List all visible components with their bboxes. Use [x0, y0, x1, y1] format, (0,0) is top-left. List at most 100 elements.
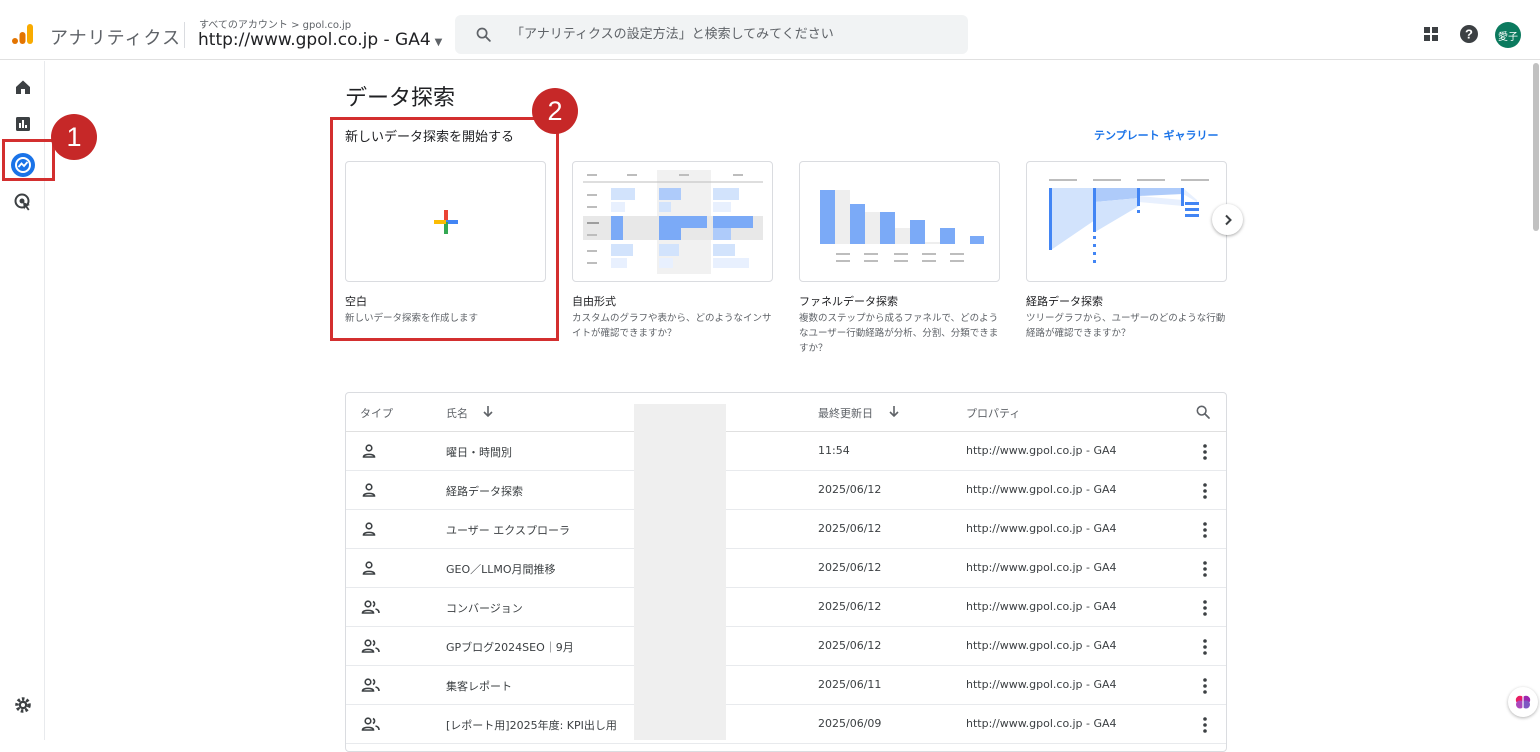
help-icon[interactable]: ?: [1459, 24, 1479, 44]
freeform-preview-illustration: [583, 170, 763, 274]
row-modified: 2025/06/12: [818, 561, 882, 574]
page-scrollbar[interactable]: [1532, 61, 1540, 740]
more-vert-icon[interactable]: [1198, 442, 1212, 462]
settings-gear-icon[interactable]: [13, 695, 33, 715]
funnel-preview-illustration: [820, 190, 984, 262]
row-name[interactable]: 曜日・時間別: [446, 444, 512, 460]
row-modified: 2025/06/12: [818, 639, 882, 652]
property-selector[interactable]: http://www.gpol.co.jp - GA4 ▼: [198, 30, 442, 50]
path-preview-illustration: [1049, 179, 1209, 263]
search-icon[interactable]: [1195, 404, 1211, 420]
property-name: http://www.gpol.co.jp - GA4: [198, 30, 431, 50]
row-modified: 2025/06/12: [818, 522, 882, 535]
chevron-right-icon: [1224, 214, 1232, 225]
table-row[interactable]: 集客レポート 2025/06/11 http://www.gpol.co.jp - …: [346, 666, 1226, 705]
template-title-path: 経路データ探索: [1026, 295, 1103, 308]
row-modified: 2025/06/09: [818, 717, 882, 730]
home-icon[interactable]: [13, 77, 33, 97]
more-vert-icon[interactable]: [1198, 598, 1212, 618]
sort-arrow-down-icon[interactable]: [482, 405, 494, 418]
template-card-path[interactable]: [1026, 161, 1227, 282]
more-vert-icon[interactable]: [1198, 676, 1212, 696]
template-desc-path: ツリーグラフから、ユーザーのどのような行動経路が確認できますか？: [1026, 313, 1226, 339]
template-title-freeform: 自由形式: [572, 295, 616, 308]
table-row[interactable]: 経路データ探索 2025/06/12 http://www.gpol.co.jp -…: [346, 471, 1226, 510]
table-row[interactable]: GPブログ2024SEO｜9月 2025/06/12 http://www.gpol…: [346, 627, 1226, 666]
template-desc-freeform: カスタムのグラフや表から、どのようなインサイトが確認できますか？: [572, 313, 772, 339]
table-header: タイプ 氏名 最終更新日 プロパティ: [346, 393, 1226, 432]
row-name[interactable]: 経路データ探索: [446, 483, 523, 499]
template-gallery-link[interactable]: テンプレート ギャラリー: [1094, 127, 1219, 143]
person-icon: [362, 522, 376, 536]
highlight-blank-template: [330, 117, 559, 341]
breadcrumb[interactable]: すべてのアカウント > gpol.co.jp: [199, 16, 351, 31]
row-property: http://www.gpol.co.jp - GA4: [966, 483, 1117, 496]
template-desc-funnel: 複数のステップから成るファネルで、どのようなユーザー行動経路が分析、分割、分類で…: [799, 313, 999, 354]
row-name[interactable]: GPブログ2024SEO｜9月: [446, 639, 574, 655]
row-property: http://www.gpol.co.jp - GA4: [966, 444, 1117, 457]
more-vert-icon[interactable]: [1198, 481, 1212, 501]
table-row[interactable]: コンバージョン 2025/06/12 http://www.gpol.co.jp -…: [346, 588, 1226, 627]
column-header-property[interactable]: プロパティ: [966, 405, 1020, 421]
redacted-column-block: [634, 404, 726, 740]
carousel-next-button[interactable]: [1212, 204, 1243, 235]
person-icon: [362, 561, 376, 575]
row-name[interactable]: ユーザー エクスプローラ: [446, 522, 570, 538]
people-icon: [361, 717, 380, 731]
caret-down-icon: ▼: [434, 37, 443, 48]
annotation-marker-1: 1: [51, 114, 97, 160]
row-name[interactable]: GEO／LLMO月間推移: [446, 561, 556, 577]
row-property: http://www.gpol.co.jp - GA4: [966, 717, 1117, 730]
svg-text:?: ?: [1465, 27, 1473, 42]
assistant-button[interactable]: [1508, 687, 1538, 717]
header-divider: [184, 22, 185, 48]
app-name: アナリティクス: [50, 28, 182, 49]
row-property: http://www.gpol.co.jp - GA4: [966, 639, 1117, 652]
row-modified: 2025/06/12: [818, 600, 882, 613]
explorations-table: タイプ 氏名 最終更新日 プロパティ 曜日・時間別 11:54 http://www…: [345, 392, 1227, 752]
template-card-freeform[interactable]: [572, 161, 773, 282]
more-vert-icon[interactable]: [1198, 520, 1212, 540]
search-icon: [476, 27, 491, 42]
more-vert-icon[interactable]: [1198, 637, 1212, 657]
person-icon: [362, 483, 376, 497]
brain-icon: [1515, 695, 1531, 709]
annotation-marker-2: 2: [532, 88, 578, 134]
table-row[interactable]: 曜日・時間別 11:54 http://www.gpol.co.jp - GA4: [346, 432, 1226, 471]
apps-grid-icon[interactable]: [1421, 24, 1441, 44]
advertising-icon[interactable]: [13, 192, 33, 212]
row-name[interactable]: [レポート用]2025年度: KPI出し用: [446, 717, 617, 733]
search-bar[interactable]: [455, 15, 968, 54]
more-vert-icon[interactable]: [1198, 559, 1212, 579]
row-name[interactable]: 集客レポート: [446, 678, 512, 694]
people-icon: [361, 600, 380, 614]
row-modified: 11:54: [818, 444, 850, 457]
people-icon: [361, 639, 380, 653]
reports-icon[interactable]: [13, 114, 33, 134]
table-row[interactable]: [レポート用]2025年度: KPI出し用 2025/06/09 http://ww…: [346, 705, 1226, 744]
top-bar: アナリティクス すべてのアカウント > gpol.co.jp http://ww…: [0, 0, 1540, 60]
column-header-type[interactable]: タイプ: [360, 405, 393, 421]
template-card-funnel[interactable]: [799, 161, 1000, 282]
avatar[interactable]: 愛子: [1495, 22, 1521, 48]
row-property: http://www.gpol.co.jp - GA4: [966, 561, 1117, 574]
row-name[interactable]: コンバージョン: [446, 600, 523, 616]
column-header-name[interactable]: 氏名: [446, 405, 468, 421]
analytics-logo-icon[interactable]: [11, 22, 35, 46]
row-modified: 2025/06/12: [818, 483, 882, 496]
row-property: http://www.gpol.co.jp - GA4: [966, 600, 1117, 613]
column-header-modified[interactable]: 最終更新日: [818, 405, 873, 421]
row-property: http://www.gpol.co.jp - GA4: [966, 678, 1117, 691]
table-row[interactable]: ユーザー エクスプローラ 2025/06/12 http://www.gpol.co…: [346, 510, 1226, 549]
more-vert-icon[interactable]: [1198, 715, 1212, 735]
people-icon: [361, 678, 380, 692]
table-row[interactable]: GEO／LLMO月間推移 2025/06/12 http://www.gpol.co…: [346, 549, 1226, 588]
person-icon: [362, 444, 376, 458]
highlight-explore-nav: [2, 139, 55, 181]
page-title: データ探索: [345, 86, 456, 111]
row-modified: 2025/06/11: [818, 678, 882, 691]
search-input[interactable]: [511, 15, 951, 54]
sort-arrow-down-icon[interactable]: [888, 405, 900, 418]
scrollbar-thumb[interactable]: [1533, 63, 1539, 231]
template-title-funnel: ファネルデータ探索: [799, 295, 898, 308]
